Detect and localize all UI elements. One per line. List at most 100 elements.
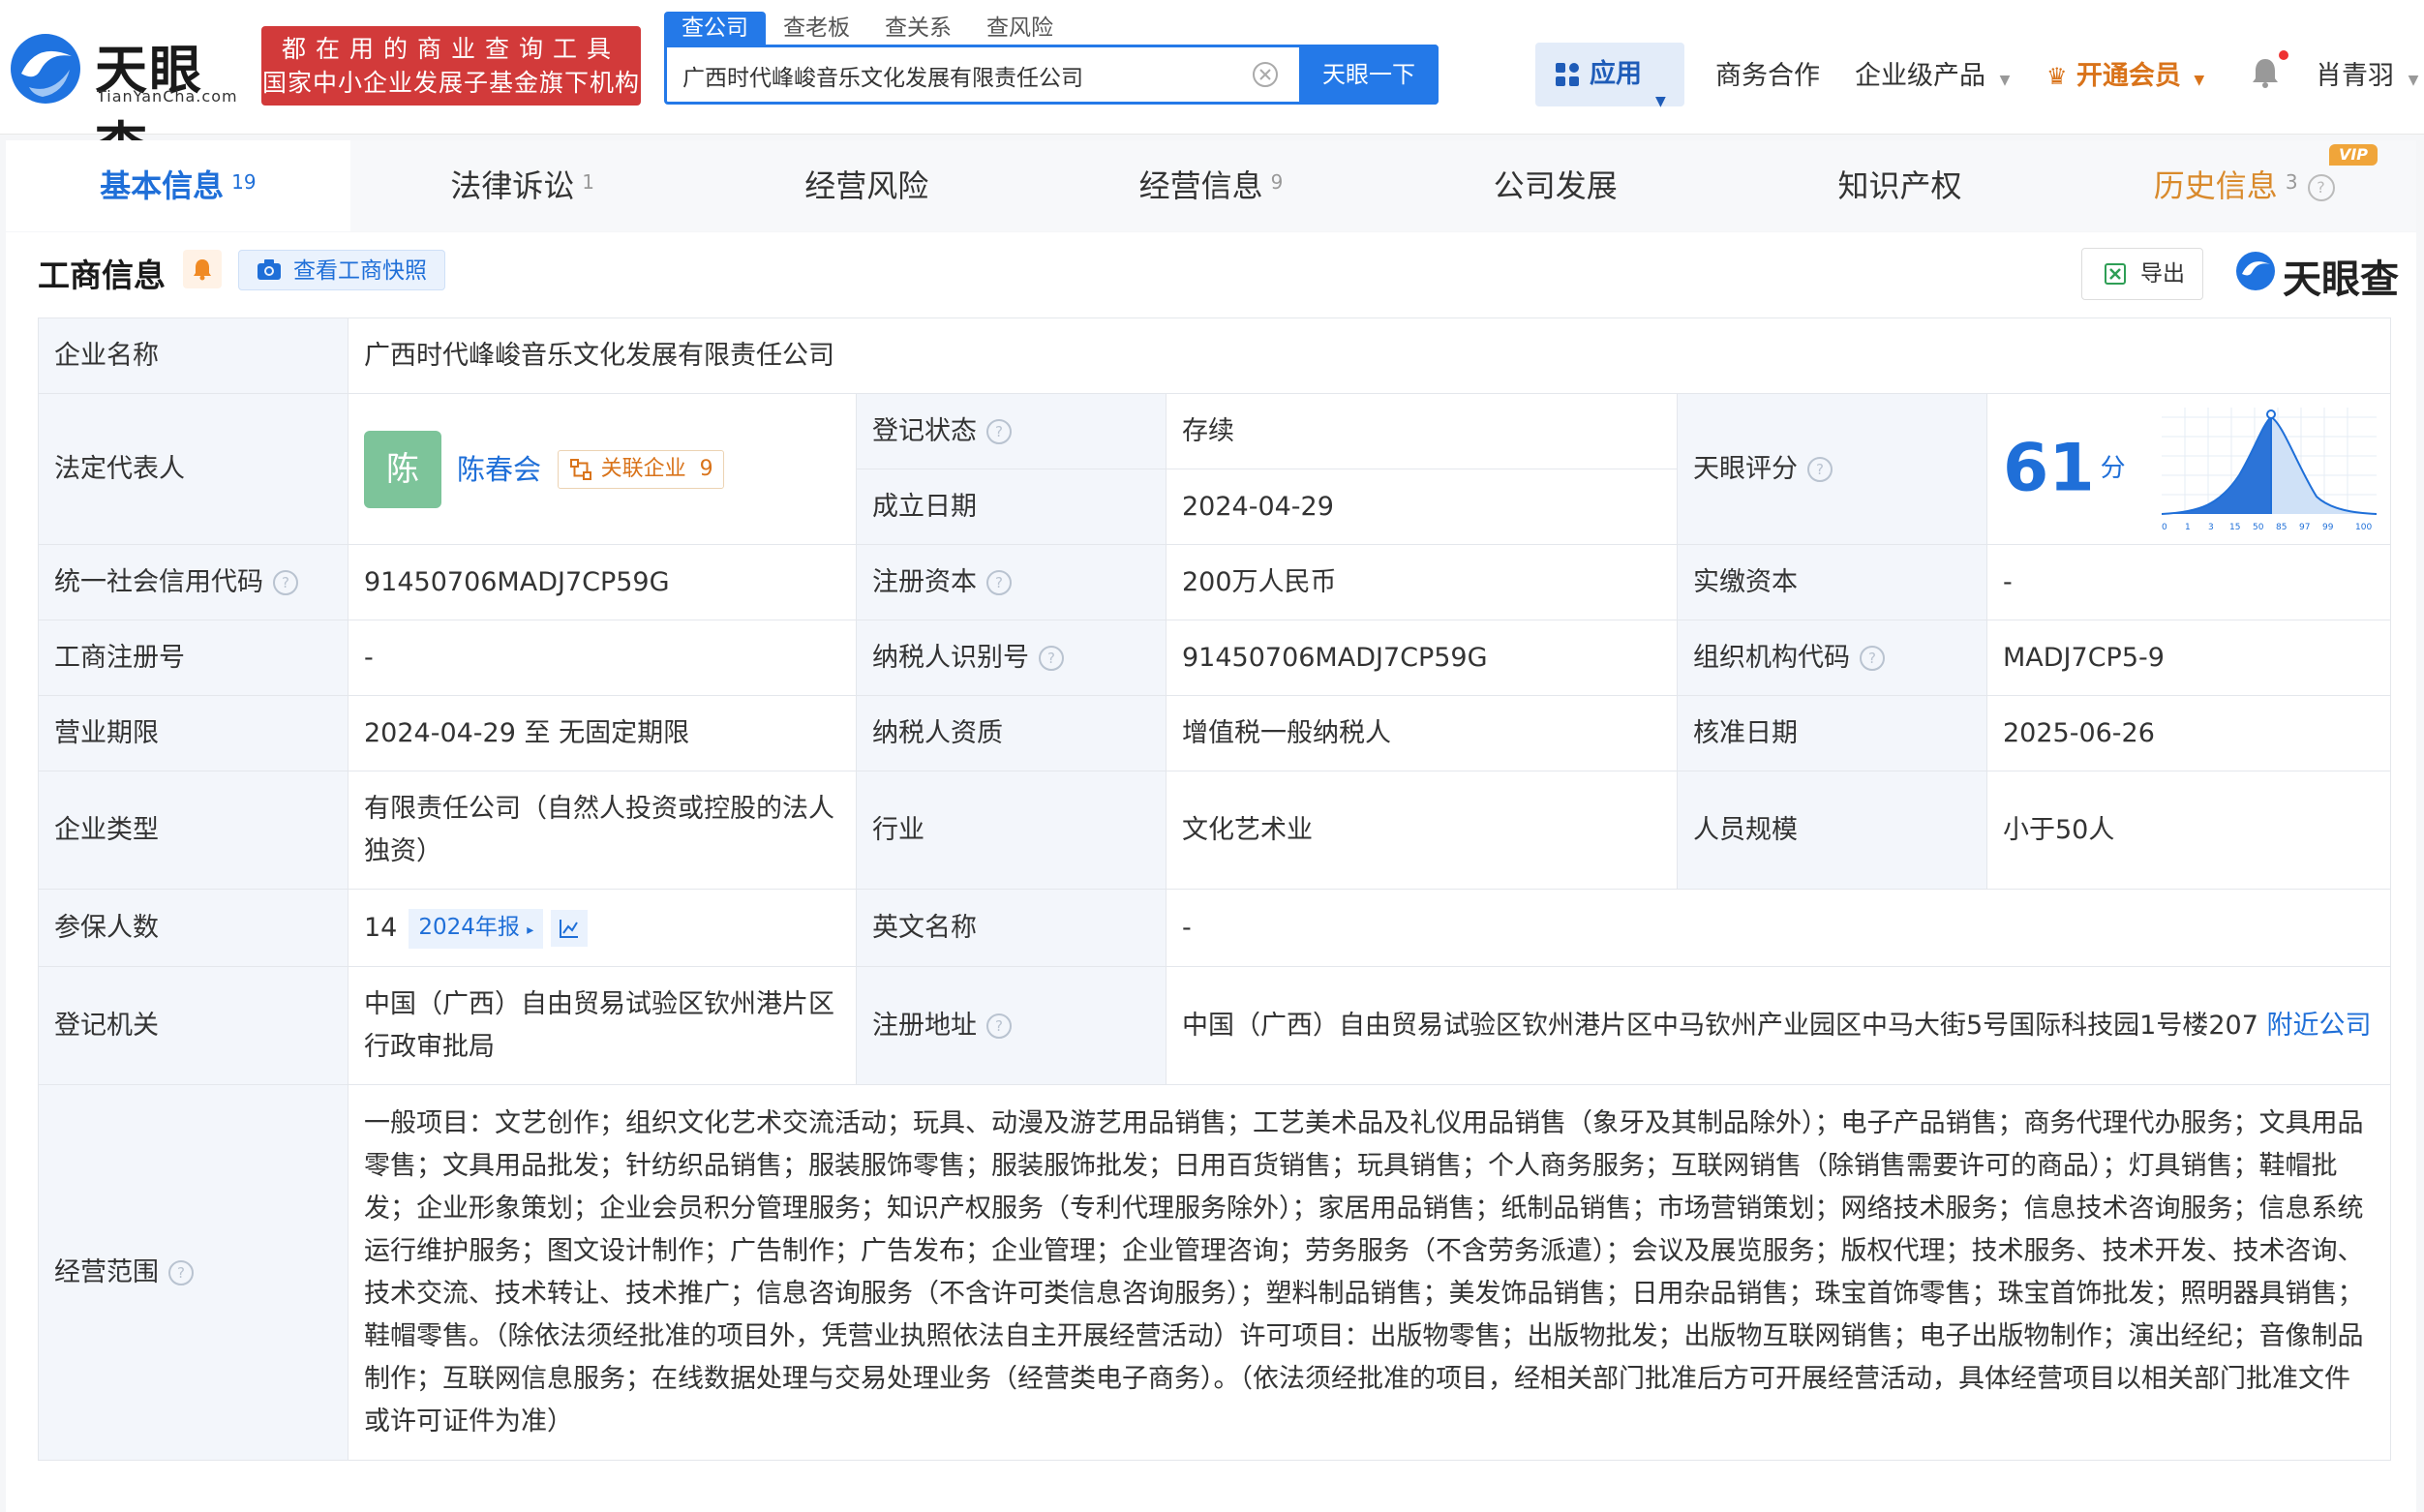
nav-business-cooperation[interactable]: 商务合作 — [1715, 54, 1820, 92]
term-value: 2024-04-29 至 无固定期限 — [348, 695, 857, 771]
help-icon[interactable]: ? — [1039, 646, 1064, 671]
reg-status-value: 存续 — [1166, 393, 1678, 469]
clear-icon[interactable] — [1252, 61, 1279, 88]
related-label: 关联企业 — [600, 456, 686, 481]
export-button[interactable]: 导出 — [2081, 248, 2203, 300]
authority-value: 中国（广西）自由贸易试验区钦州港片区行政审批局 — [348, 966, 857, 1085]
brand-logo-icon — [2236, 252, 2275, 290]
user-menu[interactable]: 肖青羽 ▼ — [2316, 54, 2418, 92]
tab-ip[interactable]: 知识产权 — [1727, 140, 2073, 231]
search-tab-risk[interactable]: 查风险 — [969, 12, 1071, 45]
nav-enterprise-products[interactable]: 企业级产品 ▼ — [1855, 54, 2010, 92]
staff-value: 小于50人 — [1985, 771, 2392, 890]
score-axis-tick: 15 — [2229, 523, 2240, 532]
scope-label: 经营范围 — [54, 1256, 159, 1287]
nav-open-membership-label: 开通会员 — [2076, 61, 2181, 91]
trend-chart-icon[interactable] — [551, 910, 589, 947]
avatar[interactable]: 陈 — [364, 430, 441, 508]
tab-history[interactable]: VIP 历史信息 3? — [2072, 140, 2417, 231]
score-axis-tick: 0 — [2162, 523, 2167, 532]
section-title: 工商信息 — [38, 257, 166, 294]
company-tabs: 基本信息 19 法律诉讼 1 经营风险 经营信息 9 公司发展 知识产权 VIP 历史… — [6, 140, 2417, 231]
search-tab-company[interactable]: 查公司 — [664, 12, 766, 45]
help-icon[interactable]: ? — [1860, 646, 1885, 671]
tab-label: 法律诉讼 — [450, 167, 575, 204]
logo-subtext: TianYanCha.com — [97, 87, 238, 106]
address-label: 注册地址 — [872, 1010, 977, 1041]
tab-risk[interactable]: 经营风险 — [694, 140, 1040, 231]
help-icon[interactable]: ? — [2307, 174, 2335, 201]
chevron-down-icon: ▼ — [1655, 94, 1666, 109]
legal-rep-name-link[interactable]: 陈春会 — [457, 453, 541, 486]
tab-basic-info[interactable]: 基本信息 19 — [6, 140, 350, 231]
crown-icon: ♛ — [2046, 63, 2068, 90]
snapshot-label: 查看工商快照 — [293, 258, 427, 284]
business-info-panel: 工商信息 查看工商快照 导出 天眼查 企业名称 广西时代峰峻音乐文化发展有限责任… — [6, 232, 2416, 1512]
address-cell: 中国（广西）自由贸易试验区钦州港片区中马钦州产业园区中马大街5号国际科技园1号楼… — [1165, 966, 2392, 1085]
tab-legal[interactable]: 法律诉讼 1 — [349, 140, 695, 231]
relation-icon — [569, 458, 591, 480]
table-row: 法定代表人 陈陈春会 关联企业 9 登记状态? 存续 天眼评分? 61 分 0 … — [38, 393, 2392, 545]
promo-line1: 都在用的商业查询工具 — [281, 35, 621, 63]
nav-open-membership[interactable]: ♛ 开通会员 ▼ — [2046, 54, 2204, 92]
table-row: 营业期限 2024-04-29 至 无固定期限 纳税人资质 增值税一般纳税人 核… — [38, 695, 2392, 771]
help-icon[interactable]: ? — [168, 1260, 194, 1285]
view-snapshot-button[interactable]: 查看工商快照 — [238, 250, 445, 290]
related-companies-button[interactable]: 关联企业 9 — [557, 449, 724, 489]
notification-bell-icon[interactable] — [2250, 56, 2281, 89]
score-axis-tick: 50 — [2253, 523, 2264, 532]
help-icon[interactable]: ? — [986, 570, 1012, 595]
search-type-tabs: 查公司 查老板 查关系 查风险 — [664, 12, 1071, 45]
search-tab-relation[interactable]: 查关系 — [867, 12, 969, 45]
tab-label: 经营信息 — [1138, 167, 1263, 204]
nearby-companies-link[interactable]: 附近公司 — [2266, 1011, 2371, 1041]
company-name-value: 广西时代峰峻音乐文化发展有限责任公司 — [347, 318, 2392, 394]
search-button[interactable]: 天眼一下 — [1299, 45, 1439, 105]
excel-icon — [2105, 263, 2126, 285]
reg-no-value: - — [348, 620, 857, 696]
annual-report-button[interactable]: 2024年报 ▸ — [409, 908, 544, 949]
top-header: 天眼查 TianYanCha.com 都在用的商业查询工具 国家中小企业发展子基… — [0, 0, 2424, 177]
reg-capital-label: 注册资本 — [872, 566, 977, 597]
help-icon[interactable]: ? — [986, 419, 1012, 444]
score-cell[interactable]: 61 分 0 1 3 15 50 85 97 99 100 — [1985, 393, 2392, 545]
business-info-table: 企业名称 广西时代峰峻音乐文化发展有限责任公司 法定代表人 陈陈春会 关联企业 9… — [38, 318, 2392, 1461]
insured-cell: 14 2024年报 ▸ — [348, 889, 857, 967]
taxpayer-id-label-cell: 纳税人识别号? — [856, 620, 1167, 696]
table-row: 经营范围? 一般项目：文艺创作；组织文化艺术交流活动；玩具、动漫及游艺用品销售；… — [38, 1084, 2392, 1461]
help-icon[interactable]: ? — [1807, 457, 1833, 482]
tab-label: 知识产权 — [1837, 167, 1962, 204]
tianyancha-logo[interactable]: 天眼查 TianYanCha.com — [8, 27, 250, 177]
promo-banner[interactable]: 都在用的商业查询工具 国家中小企业发展子基金旗下机构 — [261, 26, 641, 106]
related-count: 9 — [699, 456, 713, 481]
reg-status-label: 登记状态 — [872, 415, 977, 446]
legal-rep-cell: 陈陈春会 关联企业 9 — [348, 393, 857, 545]
score-distribution-chart: 0 1 3 15 50 85 97 99 100 — [2162, 408, 2377, 532]
help-icon[interactable]: ? — [986, 1013, 1012, 1039]
nav-enterprise-products-label: 企业级产品 — [1855, 61, 1985, 91]
insured-label: 参保人数 — [38, 889, 348, 967]
reg-status-label-cell: 登记状态? — [856, 393, 1167, 469]
apps-label: 应用 — [1590, 59, 1642, 89]
industry-label: 行业 — [856, 771, 1167, 890]
search-input[interactable] — [667, 47, 1304, 104]
authority-label: 登记机关 — [38, 966, 348, 1085]
apps-menu-button[interactable]: 应用 ▼ — [1535, 43, 1684, 109]
search-tab-boss[interactable]: 查老板 — [766, 12, 867, 45]
help-icon[interactable]: ? — [273, 570, 298, 595]
notification-dot — [2279, 50, 2288, 60]
org-code-value: MADJ7CP5-9 — [1985, 620, 2392, 696]
brand-text: 天眼查 — [2283, 257, 2399, 302]
search-box: 天眼一下 — [664, 45, 1439, 105]
tab-development[interactable]: 公司发展 — [1382, 140, 1728, 231]
address-value: 中国（广西）自由贸易试验区钦州港片区中马钦州产业园区中马大街5号国际科技园1号楼… — [1182, 1010, 2258, 1041]
monitor-bell-icon[interactable] — [183, 250, 222, 288]
tab-count: 19 — [231, 170, 257, 194]
staff-label: 人员规模 — [1677, 771, 1987, 890]
reg-capital-label-cell: 注册资本? — [856, 544, 1167, 620]
reg-capital-value: 200万人民币 — [1166, 544, 1678, 620]
tab-operations[interactable]: 经营信息 9 — [1039, 140, 1383, 231]
user-name: 肖青羽 — [2316, 61, 2394, 91]
score-axis-tick: 97 — [2299, 523, 2310, 532]
score-value: 61 — [2003, 430, 2095, 507]
